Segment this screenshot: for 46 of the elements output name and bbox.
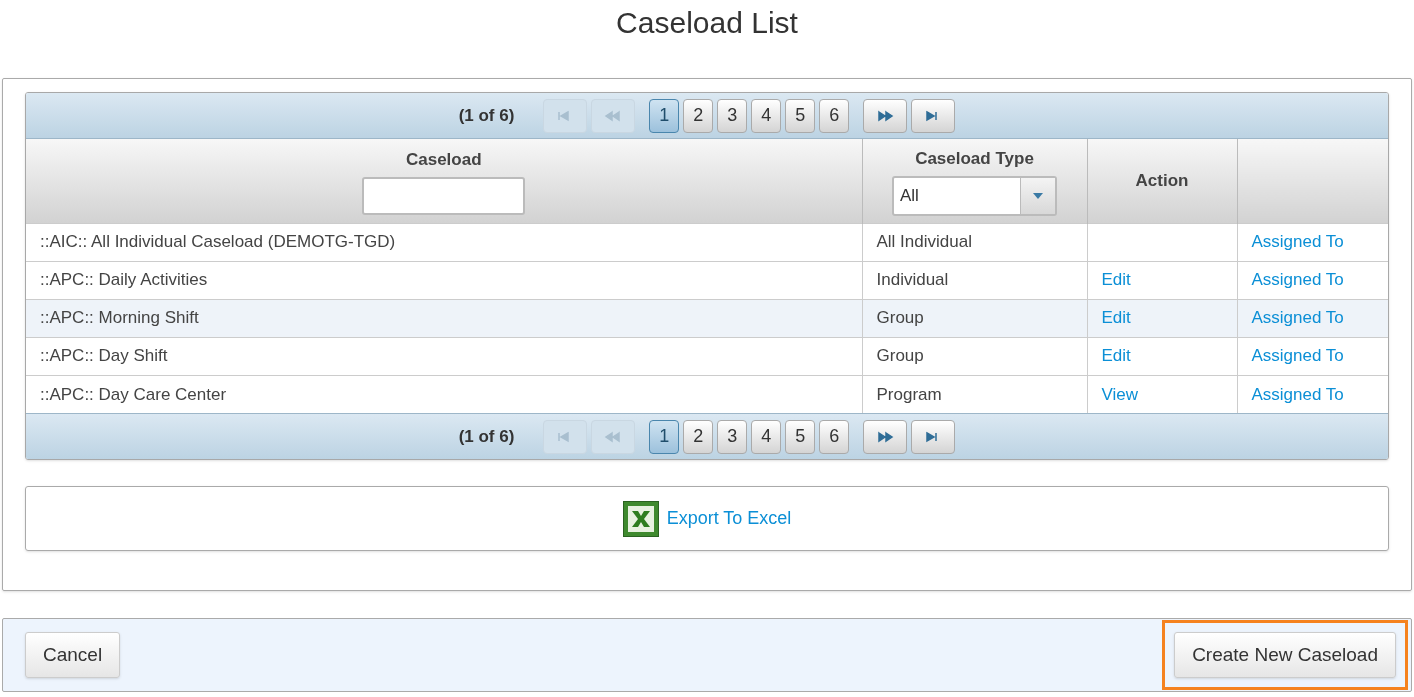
page-number-button[interactable]: 3 [717,98,748,133]
table-cell: All Individual [862,223,1087,261]
action-link[interactable]: Edit [1101,270,1131,290]
page-number-button[interactable]: 1 [649,98,680,133]
dropdown-caret-icon [1033,192,1043,199]
assigned-to-link[interactable]: Assigned To [1251,346,1344,366]
cancel-button[interactable]: Cancel [25,632,121,678]
column-header: Caseload [405,149,482,171]
page-summary: (1 of 6) [458,104,515,127]
page-number-button[interactable]: 2 [683,98,714,133]
page-number-button[interactable]: 6 [819,419,850,454]
column-header: Caseload Type [915,148,1034,170]
export-link[interactable]: Export To Excel [666,505,792,532]
page-number-button[interactable]: 4 [751,98,782,133]
table-cell: Individual [862,261,1087,299]
table-cell: ::APC:: Daily Activities [26,261,862,299]
create-caseload-button[interactable]: Create New Caseload [1174,632,1396,678]
table-cell: ::APC:: Morning Shift [26,299,862,337]
page-number-button[interactable]: 6 [819,98,850,133]
page-number-button[interactable]: 4 [751,419,782,454]
spreadsheet-icon [622,500,659,537]
page-number-button[interactable]: 5 [785,419,816,454]
column-header: Action [1135,170,1189,192]
assigned-to-link[interactable]: Assigned To [1251,384,1344,404]
table-cell: ::APC:: Day Shift [26,337,862,375]
page-number-button[interactable]: 1 [649,419,680,454]
action-link[interactable]: View [1101,384,1139,404]
assigned-to-link[interactable]: Assigned To [1251,270,1344,290]
last-page-button[interactable] [911,419,956,454]
page-summary: (1 of 6) [458,425,515,448]
page-title: Caseload List [615,5,799,41]
table-cell: ::AIC:: All Individual Caseload (DEMOTG-TGD) [26,223,862,261]
page-number-button[interactable]: 5 [785,98,816,133]
page-number-button[interactable]: 3 [717,419,748,454]
table-cell: ::APC:: Day Care Center [26,375,862,413]
type-filter-dropdown[interactable]: All [892,175,1057,216]
next-page-button[interactable] [863,419,908,454]
table-cell: Group [862,337,1087,375]
last-page-button[interactable] [911,98,956,133]
table-cell: Group [862,299,1087,337]
caseload-filter-field[interactable] [362,176,526,215]
next-page-button[interactable] [863,98,908,133]
page-number-button[interactable]: 2 [683,419,714,454]
table-cell: Program [862,375,1087,413]
action-link[interactable]: Edit [1101,346,1131,366]
assigned-to-link[interactable]: Assigned To [1251,232,1344,252]
